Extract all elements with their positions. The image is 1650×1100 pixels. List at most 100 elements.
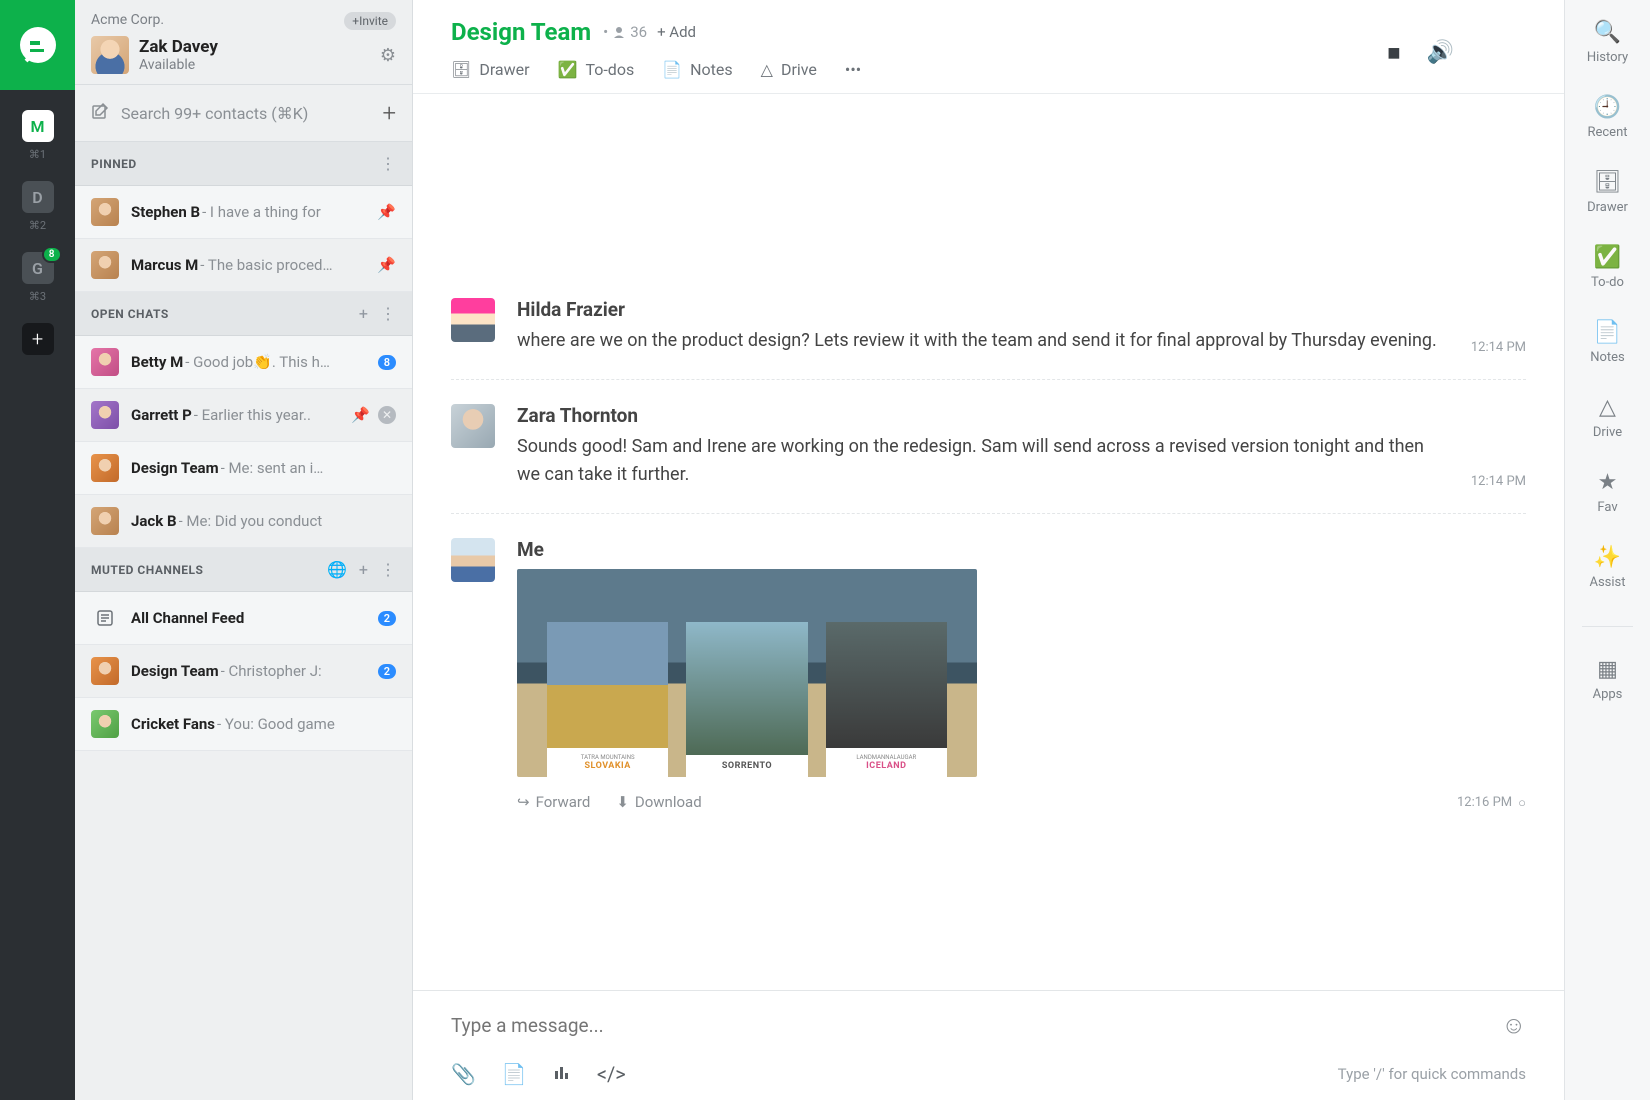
- video-call-icon[interactable]: ■: [1387, 40, 1400, 66]
- rrail-apps[interactable]: ▦Apps: [1593, 657, 1623, 702]
- avatar: [91, 507, 119, 535]
- avatar: [91, 348, 119, 376]
- rrail-assist[interactable]: ✨Assist: [1589, 545, 1625, 590]
- avatar: [91, 198, 119, 226]
- rrail-recent[interactable]: 🕘Recent: [1587, 95, 1627, 140]
- status-icon: ○: [1518, 795, 1526, 811]
- muted-header: MUTED CHANNELS 🌐+⋮: [75, 548, 412, 592]
- drive-icon: △: [761, 60, 773, 79]
- pin-icon[interactable]: 📌: [377, 256, 396, 274]
- workspace-g[interactable]: G8: [22, 252, 54, 284]
- rrail-drawer[interactable]: 🗄Drawer: [1587, 170, 1628, 215]
- add-member-button[interactable]: + Add: [657, 23, 696, 41]
- emoji-icon[interactable]: ☺: [1501, 1011, 1526, 1040]
- workspace-d-shortcut: ⌘2: [29, 219, 46, 232]
- tool-drawer[interactable]: 🗄Drawer: [451, 60, 530, 79]
- apps-icon: ▦: [1595, 657, 1619, 681]
- muted-more-icon[interactable]: ⋮: [380, 560, 396, 579]
- pinned-header: PINNED ⋮: [75, 142, 412, 186]
- wand-icon: ✨: [1596, 545, 1620, 569]
- muted-row-all-feed[interactable]: All Channel Feed 2: [75, 592, 412, 645]
- message-input[interactable]: [451, 1014, 1501, 1037]
- forward-icon: ↪: [517, 793, 530, 811]
- code-icon[interactable]: </>: [597, 1062, 626, 1086]
- message-time: 12:16 PM○: [1437, 795, 1526, 811]
- rrail-notes[interactable]: 📄Notes: [1590, 320, 1625, 365]
- add-muted-icon[interactable]: +: [359, 560, 368, 579]
- tool-notes[interactable]: 📄Notes: [662, 60, 732, 79]
- download-button[interactable]: ⬇Download: [616, 793, 701, 811]
- open-row-betty[interactable]: Betty M - Good job👏. This h… 8: [75, 336, 412, 389]
- open-row-garrett[interactable]: Garrett P - Earlier this year.. 📌✕: [75, 389, 412, 442]
- globe-icon[interactable]: 🌐: [327, 560, 347, 579]
- avatar: [91, 251, 119, 279]
- tool-more[interactable]: •••: [845, 60, 861, 79]
- open-row-design-team[interactable]: Design Team - Me: sent an i…: [75, 442, 412, 495]
- open-more-icon[interactable]: ⋮: [380, 304, 396, 323]
- forward-button[interactable]: ↪Forward: [517, 793, 590, 811]
- add-workspace-button[interactable]: +: [22, 323, 54, 355]
- add-open-chat-icon[interactable]: +: [359, 304, 368, 323]
- pinned-row-stephen[interactable]: Stephen B - I have a thing for 📌: [75, 186, 412, 239]
- main-pane: Design Team • 36 + Add 🗄Drawer ✅To-dos 📄…: [413, 0, 1564, 1100]
- attachment-image[interactable]: TATRA MOUNTAINSSLOVAKIA SORRENTO LANDMAN…: [517, 569, 1437, 777]
- rrail-history[interactable]: 🔍History: [1587, 20, 1628, 65]
- workspace-g-badge: 8: [42, 246, 62, 263]
- app-logo[interactable]: [0, 0, 75, 90]
- pin-icon[interactable]: 📌: [351, 406, 370, 424]
- sidebar: Acme Corp. +Invite Zak Davey Available ⚙…: [75, 0, 413, 1100]
- message-author[interactable]: Me: [517, 538, 1437, 561]
- close-icon[interactable]: ✕: [378, 406, 396, 424]
- unread-badge: 2: [378, 664, 396, 679]
- muted-row-cricket[interactable]: Cricket Fans - You: Good game: [75, 698, 412, 751]
- message-hilda: Hilda Frazier where are we on the produc…: [451, 274, 1526, 380]
- gear-icon[interactable]: ⚙: [380, 45, 396, 66]
- check-icon: ✅: [1595, 245, 1619, 269]
- app-rail: M ⌘1 D ⌘2 G8 ⌘3 +: [0, 0, 75, 1100]
- add-chat-button[interactable]: +: [382, 99, 396, 127]
- drawer-icon: 🗄: [1595, 170, 1619, 194]
- right-rail: 🔍History 🕘Recent 🗄Drawer ✅To-do 📄Notes △…: [1564, 0, 1650, 1100]
- pin-icon[interactable]: 📌: [377, 203, 396, 221]
- avatar: [451, 404, 495, 448]
- rrail-fav[interactable]: ★Fav: [1596, 470, 1620, 515]
- muted-row-design-team[interactable]: Design Team - Christopher J: 2: [75, 645, 412, 698]
- avatar: [91, 454, 119, 482]
- message-time: 12:14 PM: [1451, 340, 1526, 355]
- tool-drive[interactable]: △Drive: [761, 60, 817, 79]
- user-status: Available: [139, 57, 380, 73]
- search-icon: 🔍: [1595, 20, 1619, 44]
- current-user[interactable]: Zak Davey Available ⚙: [91, 36, 396, 74]
- message-zara: Zara Thornton Sounds good! Sam and Irene…: [451, 380, 1526, 514]
- avatar: [451, 298, 495, 342]
- open-chats-header: OPEN CHATS +⋮: [75, 292, 412, 336]
- search-placeholder: Search 99+ contacts (⌘K): [121, 104, 382, 123]
- composer: ☺ 📎 📄 </> Type '/' for quick commands: [413, 990, 1564, 1100]
- message-author[interactable]: Zara Thornton: [517, 404, 1451, 427]
- member-count[interactable]: • 36: [603, 23, 647, 41]
- search-bar[interactable]: Search 99+ contacts (⌘K) +: [75, 85, 412, 142]
- recent-icon: 🕘: [1595, 95, 1619, 119]
- pinned-more-icon[interactable]: ⋮: [380, 154, 396, 173]
- pinned-row-marcus[interactable]: Marcus M - The basic proced… 📌: [75, 239, 412, 292]
- poll-icon[interactable]: [553, 1062, 571, 1086]
- tool-todos[interactable]: ✅To-dos: [558, 60, 635, 79]
- rrail-todo[interactable]: ✅To-do: [1591, 245, 1624, 290]
- document-icon[interactable]: 📄: [502, 1062, 527, 1086]
- person-icon: [612, 25, 626, 39]
- workspace-m[interactable]: M: [22, 110, 54, 142]
- message-me: Me TATRA MOUNTAINSSLOVAKIA SORRENTO LAND…: [451, 514, 1526, 835]
- invite-button[interactable]: +Invite: [344, 12, 396, 30]
- message-text: where are we on the product design? Lets…: [517, 327, 1451, 355]
- workspace-d[interactable]: D: [22, 181, 54, 213]
- rrail-drive[interactable]: △Drive: [1593, 395, 1622, 440]
- check-icon: ✅: [558, 60, 578, 79]
- open-row-jack[interactable]: Jack B- Me: Did you conduct: [75, 495, 412, 548]
- compose-icon: [91, 102, 109, 124]
- channel-title[interactable]: Design Team: [451, 18, 591, 46]
- slash-hint: Type '/' for quick commands: [1338, 1065, 1526, 1083]
- audio-icon[interactable]: 🔊: [1427, 40, 1454, 66]
- message-author[interactable]: Hilda Frazier: [517, 298, 1451, 321]
- attach-icon[interactable]: 📎: [451, 1062, 476, 1086]
- download-icon: ⬇: [616, 793, 629, 811]
